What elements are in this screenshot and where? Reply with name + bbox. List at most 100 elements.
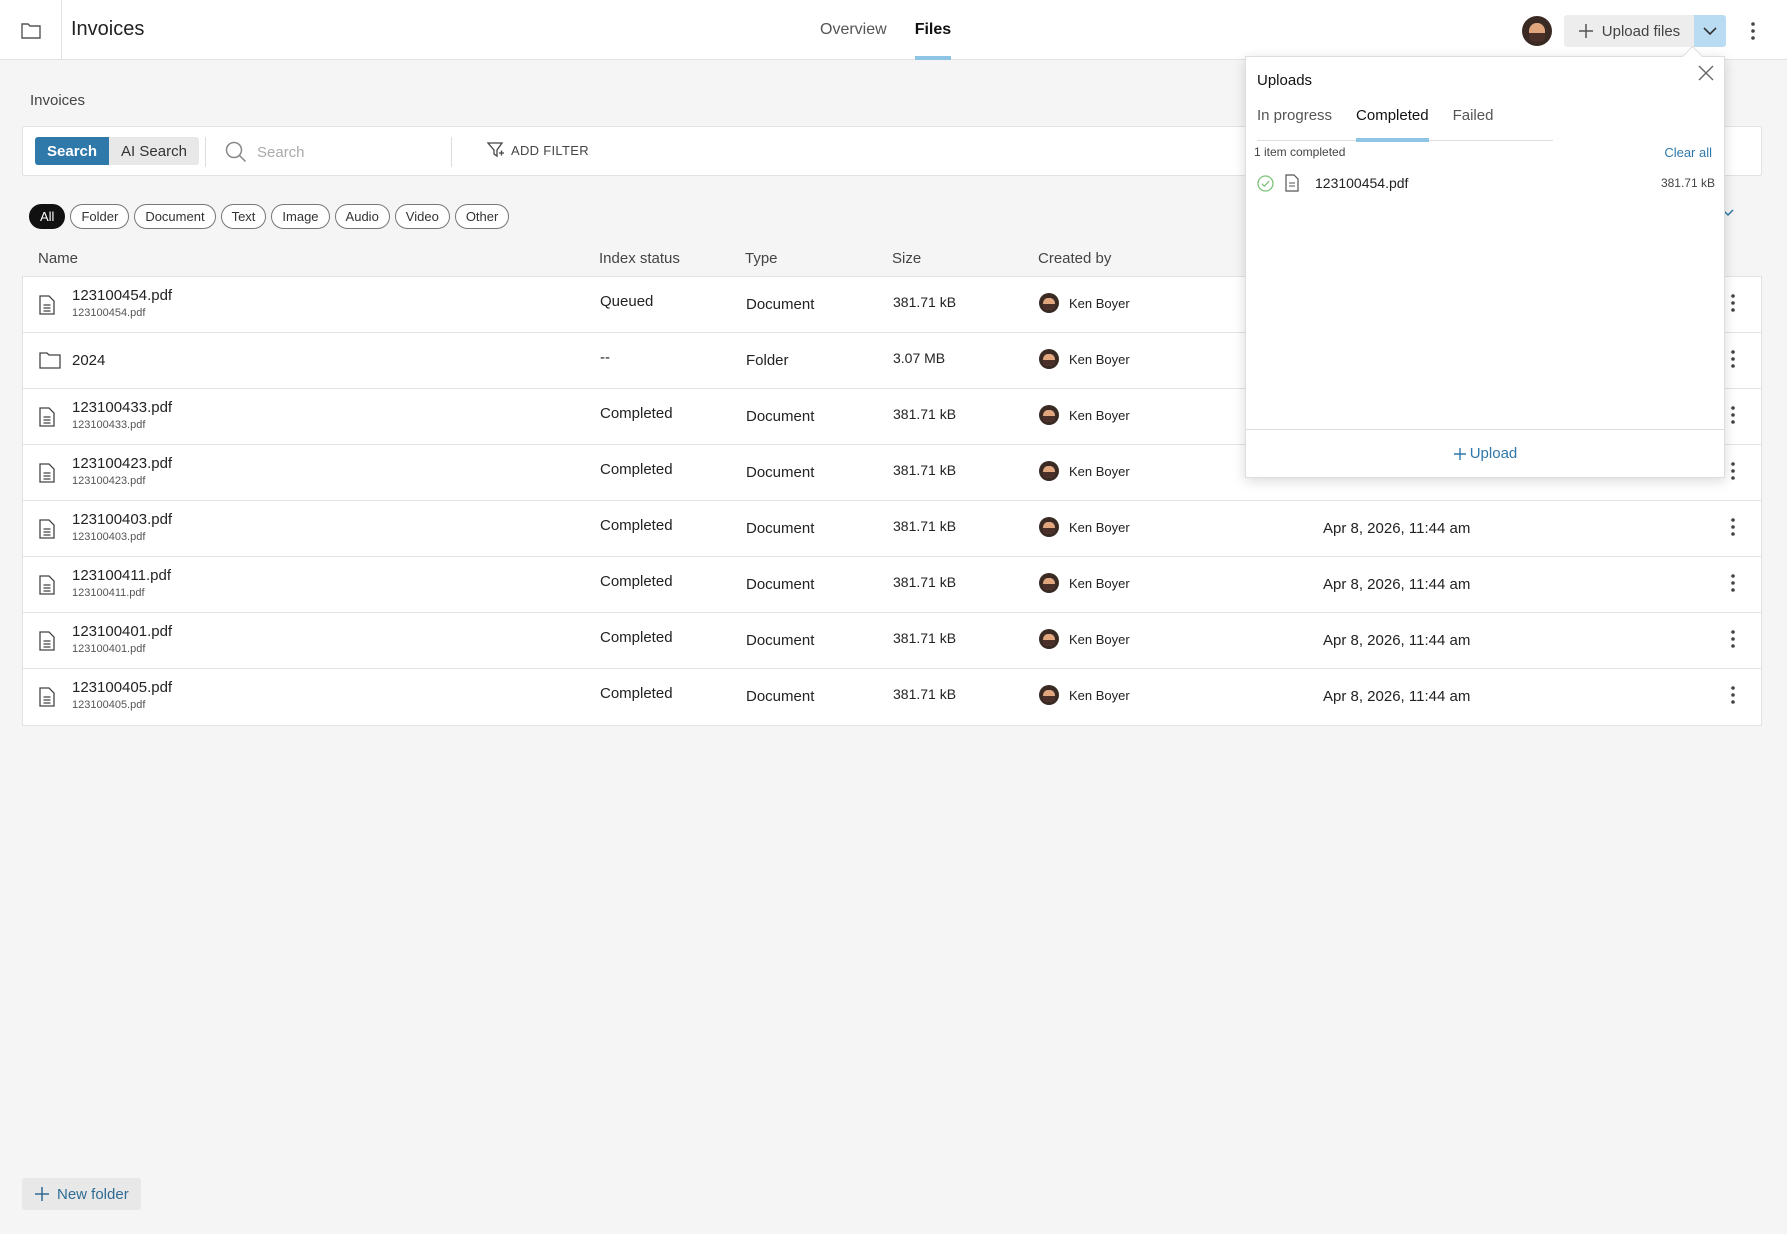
row-name[interactable]: 123100454.pdf (72, 287, 172, 304)
row-more-button[interactable] (1723, 349, 1743, 373)
row-name[interactable]: 123100433.pdf (72, 399, 172, 416)
row-more-button[interactable] (1723, 685, 1743, 709)
clear-all-button[interactable]: Clear all (1664, 145, 1712, 160)
row-created-by: Ken Boyer (1039, 629, 1130, 649)
column-header-type[interactable]: Type (745, 250, 778, 267)
ai-search-mode-button[interactable]: AI Search (109, 137, 199, 165)
chip-image[interactable]: Image (271, 204, 330, 229)
uploads-close-button[interactable] (1696, 63, 1716, 83)
creator-name: Ken Boyer (1069, 463, 1130, 479)
row-more-button[interactable] (1723, 461, 1743, 485)
chip-folder[interactable]: Folder (70, 204, 130, 229)
document-icon (39, 687, 55, 712)
plus-icon (1453, 447, 1466, 460)
table-row[interactable]: 123100405.pdf 123100405.pdf Completed Docum… (23, 669, 1761, 725)
creator-name: Ken Boyer (1069, 351, 1130, 367)
row-date: Apr 8, 2026, 11:44 am (1323, 520, 1471, 537)
new-folder-button[interactable]: New folder (22, 1178, 141, 1210)
kebab-icon (1731, 461, 1735, 485)
document-icon (39, 631, 55, 656)
row-index-status: Queued (600, 293, 654, 310)
upload-button[interactable]: Upload (1246, 429, 1724, 477)
column-header-size[interactable]: Size (892, 250, 921, 267)
row-name[interactable]: 123100423.pdf (72, 455, 172, 472)
row-filename: 123100433.pdf (72, 419, 146, 431)
row-index-status: Completed (600, 405, 673, 422)
kebab-icon (1751, 22, 1755, 40)
row-name[interactable]: 2024 (72, 352, 105, 369)
table-row[interactable]: 123100401.pdf 123100401.pdf Completed Docum… (23, 613, 1761, 669)
kebab-icon (1731, 517, 1735, 541)
column-header-created-by[interactable]: Created by (1038, 250, 1111, 267)
folder-icon (39, 351, 61, 374)
row-more-button[interactable] (1723, 293, 1743, 317)
kebab-icon (1731, 405, 1735, 429)
upload-dropdown-button[interactable] (1694, 15, 1726, 47)
row-date: Apr 8, 2026, 11:44 am (1323, 576, 1471, 593)
row-more-button[interactable] (1723, 405, 1743, 429)
kebab-icon (1731, 685, 1735, 709)
uploads-title: Uploads (1257, 72, 1313, 89)
row-index-status: -- (600, 349, 610, 366)
kebab-icon (1731, 573, 1735, 597)
row-name[interactable]: 123100405.pdf (72, 679, 172, 696)
row-type: Document (746, 688, 815, 705)
uploads-tab-completed[interactable]: Completed (1356, 107, 1429, 142)
row-date: Apr 8, 2026, 11:44 am (1323, 688, 1471, 705)
upload-item: 123100454.pdf 381.71 kB (1257, 173, 1715, 195)
document-icon (39, 519, 55, 544)
row-index-status: Completed (600, 629, 673, 646)
creator-name: Ken Boyer (1069, 295, 1130, 311)
new-folder-label: New folder (57, 1185, 129, 1203)
tab-overview[interactable]: Overview (820, 0, 887, 60)
chip-audio[interactable]: Audio (334, 204, 390, 229)
row-more-button[interactable] (1723, 517, 1743, 541)
plus-icon (35, 1187, 49, 1201)
add-filter-label: ADD FILTER (511, 142, 589, 158)
table-row[interactable]: 123100411.pdf 123100411.pdf Completed Docum… (23, 557, 1761, 613)
column-header-name[interactable]: Name (38, 250, 78, 267)
chip-all[interactable]: All (29, 204, 66, 229)
search-input[interactable] (257, 139, 457, 165)
chip-video[interactable]: Video (394, 204, 450, 229)
chip-text[interactable]: Text (220, 204, 267, 229)
filter-icon (487, 142, 504, 158)
search-icon (225, 141, 247, 168)
row-created-by: Ken Boyer (1039, 461, 1130, 481)
row-filename: 123100403.pdf (72, 531, 146, 543)
table-row[interactable]: 123100403.pdf 123100403.pdf Completed Docum… (23, 501, 1761, 557)
chevron-down-icon (1703, 26, 1717, 35)
row-name[interactable]: 123100411.pdf (72, 567, 171, 584)
header-more-button[interactable] (1740, 15, 1766, 47)
add-filter-button[interactable]: ADD FILTER (487, 142, 589, 158)
column-header-index-status[interactable]: Index status (599, 250, 680, 267)
breadcrumb[interactable]: Invoices (30, 92, 85, 109)
search-mode-button[interactable]: Search (35, 137, 110, 165)
document-icon (1285, 174, 1299, 192)
uploads-tab-failed[interactable]: Failed (1453, 107, 1494, 141)
uploads-tabs: In progress Completed Failed (1257, 107, 1553, 142)
chip-document[interactable]: Document (134, 204, 216, 229)
avatar (1039, 629, 1059, 649)
row-more-button[interactable] (1723, 629, 1743, 653)
creator-name: Ken Boyer (1069, 687, 1130, 703)
tab-files[interactable]: Files (914, 0, 952, 60)
row-size: 381.71 kB (893, 518, 957, 534)
kebab-icon (1731, 349, 1735, 373)
check-circle-icon (1257, 175, 1274, 192)
upload-files-button[interactable]: Upload files (1564, 15, 1694, 47)
document-icon (39, 463, 55, 488)
creator-name: Ken Boyer (1069, 519, 1130, 535)
row-more-button[interactable] (1723, 573, 1743, 597)
search-mode-toggle: Search AI Search (35, 137, 199, 165)
chip-other[interactable]: Other (454, 204, 510, 229)
uploads-tab-in-progress[interactable]: In progress (1257, 107, 1332, 141)
app-header: Invoices Overview Files Upload files (0, 0, 1787, 60)
folder-icon (20, 23, 41, 39)
row-type: Document (746, 632, 815, 649)
user-avatar[interactable] (1522, 16, 1552, 46)
kebab-icon (1731, 629, 1735, 653)
row-name[interactable]: 123100403.pdf (72, 511, 172, 528)
row-name[interactable]: 123100401.pdf (72, 623, 172, 640)
folder-nav-button[interactable] (0, 0, 62, 60)
